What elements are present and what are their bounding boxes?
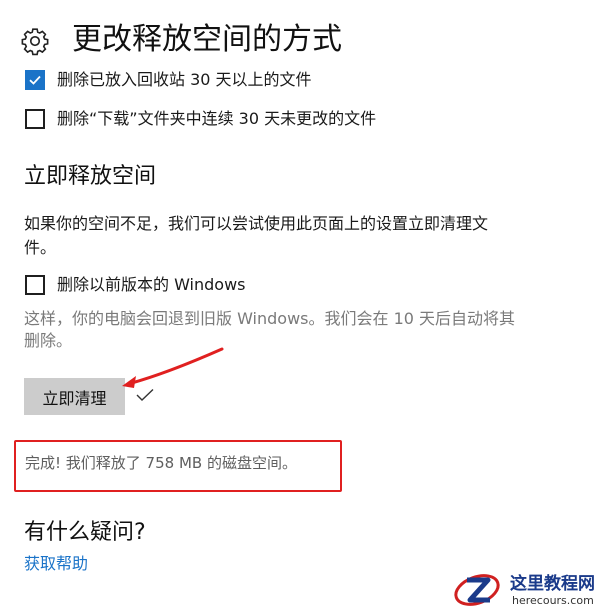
- done-checkmark-icon: [136, 388, 154, 401]
- gear-icon: [21, 28, 49, 56]
- recycle-bin-option-label: 删除已放入回收站 30 天以上的文件: [57, 70, 312, 89]
- previous-windows-option-label: 删除以前版本的 Windows: [57, 275, 246, 294]
- free-space-description-line2: 件。: [24, 238, 57, 257]
- watermark-logo-icon: [454, 574, 500, 606]
- free-space-description-line1: 如果你的空间不足，我们可以尝试使用此页面上的设置立即清理文: [24, 214, 489, 233]
- help-heading: 有什么疑问?: [24, 520, 146, 545]
- clean-now-button[interactable]: 立即清理: [24, 378, 125, 415]
- previous-windows-checkbox[interactable]: [25, 275, 45, 295]
- free-space-now-heading: 立即释放空间: [24, 164, 157, 189]
- annotation-arrow-icon: [122, 347, 224, 388]
- warning-text-line2: 删除。: [24, 331, 73, 350]
- result-message: 完成! 我们释放了 758 MB 的磁盘空间。: [25, 454, 297, 472]
- downloads-option-label: 删除“下载”文件夹中连续 30 天未更改的文件: [57, 109, 377, 128]
- warning-text-line1: 这样，你的电脑会回退到旧版 Windows。我们会在 10 天后自动将其: [24, 309, 516, 328]
- watermark-subtitle: herecours.com: [512, 594, 594, 607]
- downloads-checkbox[interactable]: [25, 109, 45, 129]
- page-title: 更改释放空间的方式: [72, 22, 342, 57]
- checkmark-icon: [29, 75, 41, 85]
- recycle-bin-checkbox[interactable]: [25, 70, 45, 90]
- watermark-title: 这里教程网: [510, 574, 595, 594]
- get-help-link[interactable]: 获取帮助: [24, 553, 88, 575]
